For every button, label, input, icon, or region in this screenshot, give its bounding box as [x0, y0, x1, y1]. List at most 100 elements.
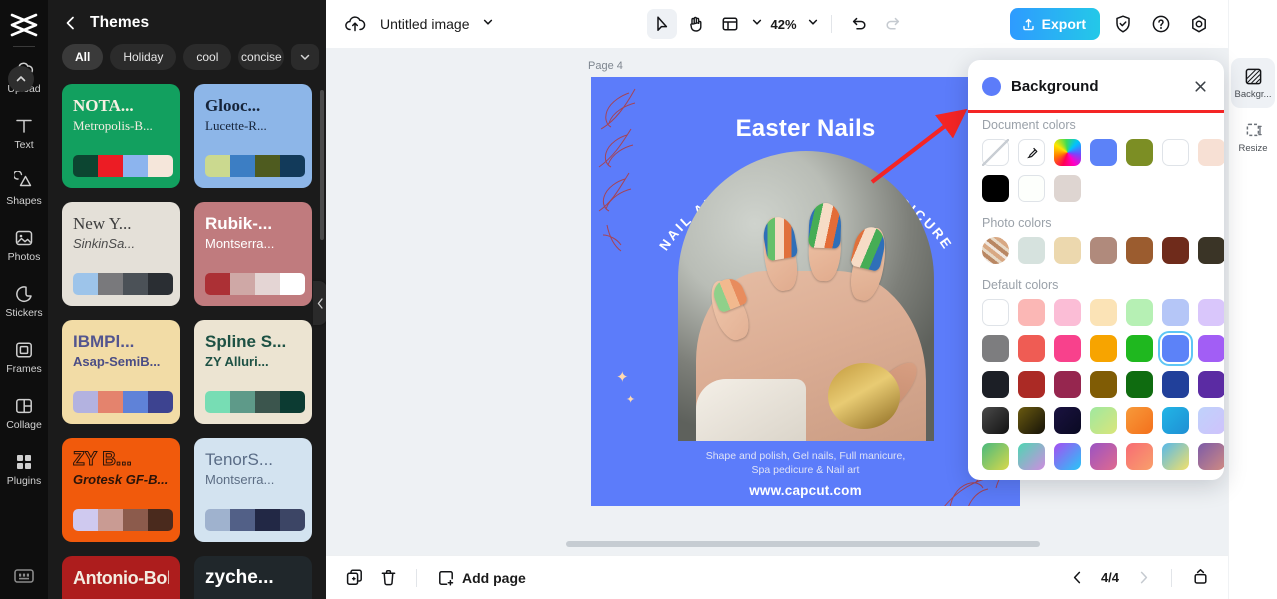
- color-swatch[interactable]: [1054, 175, 1081, 202]
- gradient-swatch[interactable]: [1126, 407, 1153, 434]
- color-swatch[interactable]: [1018, 335, 1045, 362]
- filter-chip-holiday[interactable]: Holiday: [110, 44, 177, 70]
- canvas-horizontal-scrollbar[interactable]: [566, 541, 1040, 547]
- sidebar-item-photos[interactable]: Photos: [0, 217, 48, 273]
- current-color-dot[interactable]: [982, 76, 1001, 96]
- gradient-swatch[interactable]: [1198, 443, 1224, 470]
- themes-panel-scrollbar[interactable]: [320, 90, 324, 240]
- theme-card[interactable]: zyche...: [194, 556, 312, 599]
- gradient-swatch[interactable]: [1126, 443, 1153, 470]
- gradient-swatch[interactable]: [1162, 407, 1189, 434]
- photo-thumbnail-swatch[interactable]: [982, 237, 1009, 264]
- hand-tool-button[interactable]: [681, 9, 711, 39]
- color-swatch[interactable]: [1018, 371, 1045, 398]
- sidebar-item-collage[interactable]: Collage: [0, 385, 48, 441]
- color-swatch[interactable]: [1054, 335, 1081, 362]
- color-swatch[interactable]: [1198, 299, 1224, 326]
- color-swatch[interactable]: [1018, 175, 1045, 202]
- theme-card[interactable]: IBMPl... Asap-SemiB...: [62, 320, 180, 424]
- color-swatch[interactable]: [982, 175, 1009, 202]
- color-swatch-selected[interactable]: [1162, 335, 1189, 362]
- zoom-control[interactable]: 42%: [771, 15, 819, 33]
- cloud-upload-icon[interactable]: [340, 9, 370, 39]
- sidebar-item-frames[interactable]: Frames: [0, 329, 48, 385]
- color-swatch[interactable]: [1090, 299, 1117, 326]
- add-page-button[interactable]: Add page: [431, 569, 532, 587]
- artboard-url[interactable]: www.capcut.com: [591, 483, 1020, 498]
- layout-chevron-down-icon[interactable]: [751, 15, 763, 33]
- duplicate-page-icon[interactable]: [340, 564, 368, 592]
- color-swatch[interactable]: [1018, 237, 1045, 264]
- panel-collapse-handle[interactable]: [313, 281, 326, 325]
- redo-button[interactable]: [878, 9, 908, 39]
- color-swatch[interactable]: [1162, 299, 1189, 326]
- gradient-swatch[interactable]: [1018, 443, 1045, 470]
- color-swatch[interactable]: [1198, 371, 1224, 398]
- color-swatch[interactable]: [982, 371, 1009, 398]
- color-swatch[interactable]: [1090, 139, 1117, 166]
- back-button[interactable]: [62, 14, 80, 32]
- color-wheel-swatch[interactable]: [1054, 139, 1081, 166]
- color-swatch[interactable]: [1126, 335, 1153, 362]
- color-swatch[interactable]: [1198, 237, 1224, 264]
- help-circle-icon[interactable]: [1146, 9, 1176, 39]
- color-swatch[interactable]: [1090, 335, 1117, 362]
- trash-icon[interactable]: [374, 564, 402, 592]
- layout-tool-button[interactable]: [715, 9, 745, 39]
- document-name[interactable]: Untitled image: [380, 16, 470, 32]
- theme-card[interactable]: ZY B... Grotesk GF-B...: [62, 438, 180, 542]
- color-swatch[interactable]: [982, 335, 1009, 362]
- sidebar-item-plugins[interactable]: Plugins: [0, 441, 48, 497]
- gradient-swatch[interactable]: [1162, 443, 1189, 470]
- gradient-swatch[interactable]: [1054, 407, 1081, 434]
- color-swatch[interactable]: [1054, 299, 1081, 326]
- right-rail-item-resize[interactable]: Resize: [1231, 112, 1275, 162]
- filter-chip-concise[interactable]: concise: [238, 44, 285, 70]
- chevron-down-icon[interactable]: [291, 44, 320, 70]
- gradient-swatch[interactable]: [1198, 407, 1224, 434]
- undo-button[interactable]: [844, 9, 874, 39]
- artboard-subtitle[interactable]: Shape and polish, Gel nails, Full manicu…: [617, 449, 994, 477]
- next-page-button[interactable]: [1129, 564, 1157, 592]
- eyedropper-swatch[interactable]: [1018, 139, 1045, 166]
- sidebar-item-shapes[interactable]: Shapes: [0, 161, 48, 217]
- color-swatch[interactable]: [1090, 371, 1117, 398]
- right-rail-item-background[interactable]: Backgr...: [1231, 58, 1275, 108]
- gradient-swatch[interactable]: [982, 407, 1009, 434]
- gradient-swatch[interactable]: [982, 443, 1009, 470]
- page-grid-icon[interactable]: [1186, 564, 1214, 592]
- color-swatch[interactable]: [1054, 237, 1081, 264]
- filter-chip-cool[interactable]: cool: [183, 44, 232, 70]
- theme-card[interactable]: TenorS... Montserra...: [194, 438, 312, 542]
- chevron-down-icon[interactable]: [482, 15, 494, 33]
- shield-check-icon[interactable]: [1108, 9, 1138, 39]
- artboard-photo[interactable]: [678, 151, 934, 441]
- no-color-swatch[interactable]: [982, 139, 1009, 166]
- color-swatch[interactable]: [1126, 299, 1153, 326]
- color-swatch[interactable]: [1162, 237, 1189, 264]
- color-swatch[interactable]: [1018, 299, 1045, 326]
- prev-page-button[interactable]: [1063, 564, 1091, 592]
- capcut-logo-icon[interactable]: [7, 10, 41, 40]
- filter-chip-all[interactable]: All: [62, 44, 104, 70]
- theme-card[interactable]: Rubik-... Montserra...: [194, 202, 312, 306]
- color-swatch[interactable]: [1090, 237, 1117, 264]
- export-button[interactable]: Export: [1009, 8, 1100, 40]
- gradient-swatch[interactable]: [1054, 443, 1081, 470]
- select-tool-button[interactable]: [646, 9, 677, 39]
- color-swatch[interactable]: [1126, 139, 1153, 166]
- color-swatch[interactable]: [1198, 335, 1224, 362]
- color-swatch[interactable]: [1126, 371, 1153, 398]
- sidebar-item-stickers[interactable]: Stickers: [0, 273, 48, 329]
- color-swatch[interactable]: [1162, 139, 1189, 166]
- color-swatch[interactable]: [1198, 139, 1224, 166]
- color-swatch[interactable]: [982, 299, 1009, 326]
- gradient-swatch[interactable]: [1090, 443, 1117, 470]
- theme-card[interactable]: New Y... SinkinSa...: [62, 202, 180, 306]
- theme-card[interactable]: Antonio-Bold: [62, 556, 180, 599]
- sidebar-item-text[interactable]: Text: [0, 105, 48, 161]
- theme-card[interactable]: NOTA... Metropolis-B...: [62, 84, 180, 188]
- color-swatch[interactable]: [1162, 371, 1189, 398]
- color-swatch[interactable]: [1054, 371, 1081, 398]
- gradient-swatch[interactable]: [1090, 407, 1117, 434]
